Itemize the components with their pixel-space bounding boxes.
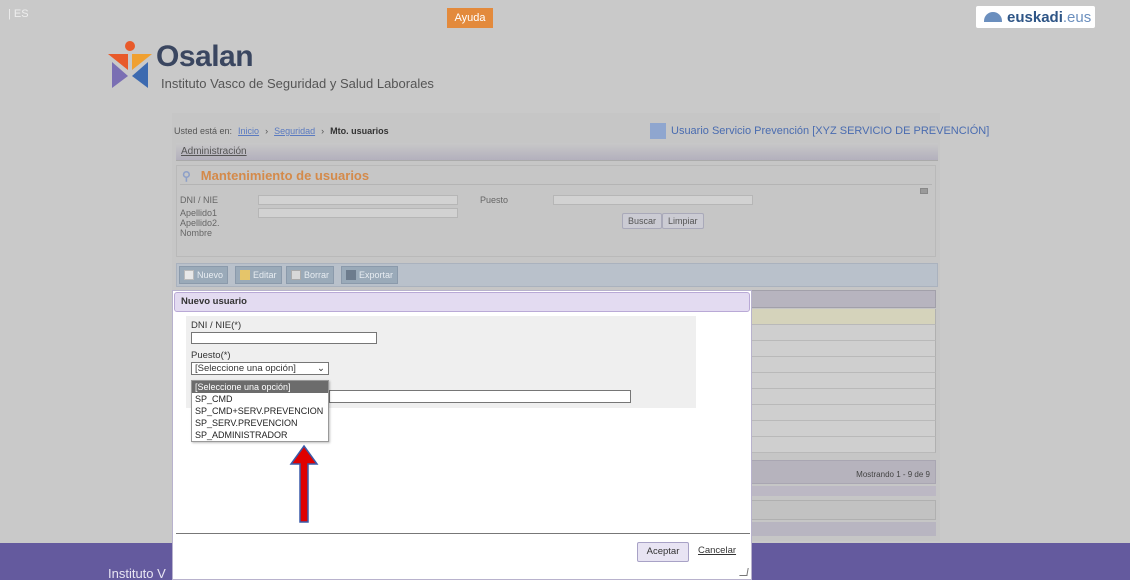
- dropdown-option[interactable]: SP_SERV.PREVENCION: [192, 417, 328, 429]
- osalan-logo-icon: [108, 41, 152, 88]
- table-row[interactable]: [750, 341, 936, 357]
- euskadi-mark-icon: [984, 12, 1002, 22]
- user-info: Usuario Servicio Prevención [XYZ SERVICI…: [650, 123, 989, 139]
- divider: [750, 486, 936, 496]
- dropdown-option[interactable]: [Seleccione una opción]: [192, 381, 328, 393]
- magnifier-icon: ⚲: [182, 168, 191, 183]
- puesto-search-input[interactable]: [553, 195, 753, 205]
- export-icon: [346, 270, 356, 280]
- table-row[interactable]: [750, 389, 936, 405]
- text-field[interactable]: [329, 390, 631, 403]
- breadcrumb-separator-icon: ›: [321, 126, 325, 136]
- divider: [176, 533, 750, 534]
- breadcrumb-prefix: Usted está en:: [174, 126, 233, 136]
- dropdown-option[interactable]: SP_CMD: [192, 393, 328, 405]
- site-title: Osalan: [156, 40, 254, 73]
- chevron-down-icon: ⌄: [317, 363, 325, 374]
- search-button[interactable]: Buscar: [622, 213, 663, 229]
- dni-field-label: DNI / NIE(*): [191, 320, 242, 331]
- euskadi-logo[interactable]: euskadi.eus: [976, 6, 1095, 28]
- apellido1-input[interactable]: [258, 208, 458, 218]
- breadcrumb-link-seguridad[interactable]: Seguridad: [274, 126, 315, 136]
- puesto-search-label: Puesto: [480, 195, 509, 205]
- apellido1-label: Apellido1: [180, 208, 218, 218]
- pager-status: Mostrando 1 - 9 de 9: [856, 470, 930, 479]
- breadcrumb-link-inicio[interactable]: Inicio: [238, 126, 259, 136]
- help-button[interactable]: Ayuda: [447, 8, 493, 28]
- delete-button[interactable]: Borrar: [286, 266, 335, 284]
- dni-search-input[interactable]: [258, 195, 458, 205]
- table-row[interactable]: [750, 325, 936, 341]
- table-row[interactable]: [750, 421, 936, 437]
- export-button[interactable]: Exportar: [341, 266, 399, 284]
- breadcrumb-current: Mto. usuarios: [330, 126, 389, 136]
- table-row[interactable]: [750, 373, 936, 389]
- divider: [750, 522, 936, 536]
- footer-text: Instituto V: [108, 566, 166, 580]
- dialog-title[interactable]: Nuevo usuario: [174, 292, 750, 312]
- clear-button[interactable]: Limpiar: [662, 213, 704, 229]
- apellido2-label: Apellido2.: [180, 218, 220, 228]
- puesto-select[interactable]: [Seleccione una opción] ⌄: [191, 362, 329, 375]
- grid-header: [750, 290, 936, 308]
- table-row[interactable]: [750, 309, 936, 325]
- table-row[interactable]: [750, 405, 936, 421]
- puesto-field-label: Puesto(*): [191, 350, 231, 361]
- breadcrumb: Usted está en: Inicio › Seguridad › Mto.…: [174, 126, 389, 136]
- table-row[interactable]: [750, 357, 936, 373]
- site-subtitle: Instituto Vasco de Seguridad y Salud Lab…: [161, 76, 434, 91]
- puesto-dropdown-list: [Seleccione una opción] SP_CMD SP_CMD+SE…: [191, 380, 329, 442]
- dni-label: DNI / NIE: [180, 195, 219, 205]
- user-avatar-icon: [650, 123, 666, 139]
- cancel-link[interactable]: Cancelar: [698, 545, 736, 556]
- nombre-label: Nombre: [180, 228, 213, 238]
- edit-button[interactable]: Editar: [235, 266, 282, 284]
- accept-button[interactable]: Aceptar: [637, 542, 689, 562]
- breadcrumb-separator-icon: ›: [265, 126, 269, 136]
- edit-icon: [240, 270, 250, 280]
- new-icon: [184, 270, 194, 280]
- delete-icon: [291, 270, 301, 280]
- table-row[interactable]: [750, 437, 936, 453]
- dropdown-option[interactable]: SP_ADMINISTRADOR: [192, 429, 328, 441]
- new-button[interactable]: Nuevo: [179, 266, 229, 284]
- dni-field[interactable]: [191, 332, 377, 344]
- collapse-icon[interactable]: [920, 188, 928, 194]
- user-label: Usuario Servicio Prevención [XYZ SERVICI…: [671, 125, 990, 137]
- dropdown-option[interactable]: SP_CMD+SERV.PREVENCION: [192, 405, 328, 417]
- language-selector[interactable]: | ES: [8, 8, 29, 20]
- divider: [180, 184, 932, 185]
- annotation-arrow-icon: [289, 444, 319, 523]
- grid-secondary-panel: [750, 500, 936, 520]
- euskadi-logo-text: euskadi.eus: [1007, 8, 1092, 26]
- resize-grip-icon[interactable]: [739, 568, 749, 576]
- administration-link[interactable]: Administración: [176, 143, 938, 161]
- search-panel-title: ⚲ Mantenimiento de usuarios: [182, 168, 370, 183]
